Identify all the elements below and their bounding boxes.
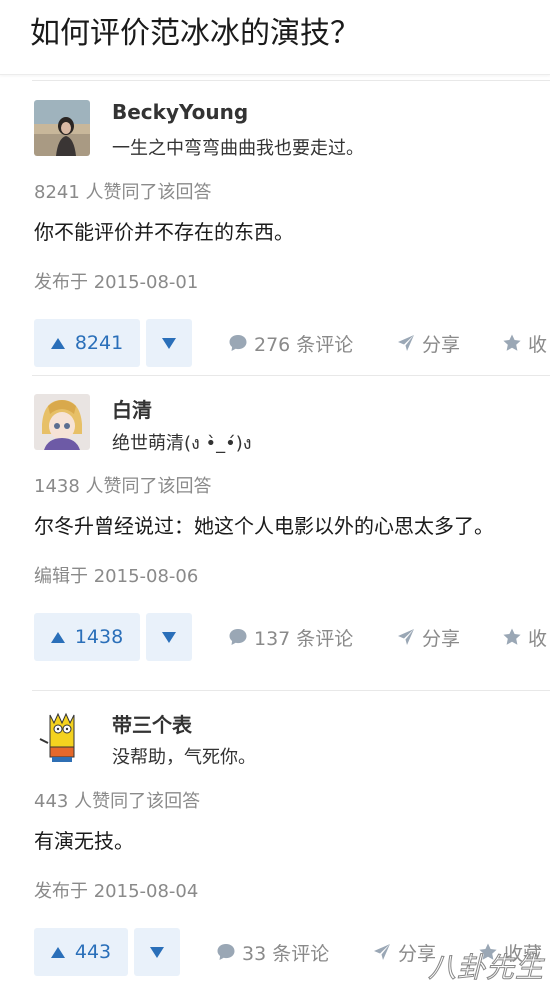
star-icon [503,334,521,351]
comment-count: 33 条评论 [242,942,330,965]
downvote-icon [150,946,164,958]
upvote-icon [50,337,65,349]
author-bio: 一生之中弯弯曲曲我也要走过。 [112,138,364,159]
collect-label: 收 [528,627,548,650]
upvote-button[interactable]: 8241 [34,319,140,367]
comment-icon [217,944,235,960]
author-name[interactable]: 带三个表 [112,709,192,738]
answer-date[interactable]: 编辑于 2015-08-06 [34,562,198,588]
upvote-button[interactable]: 443 [34,928,128,976]
avatar[interactable] [34,100,90,156]
action-bar: 1438 137 条评论 分享 收 [0,613,550,661]
divider [32,375,550,376]
upvote-count: 8241 [74,332,124,354]
upvote-icon [50,631,65,643]
avatar[interactable] [34,709,90,765]
collect-label: 收 [528,333,548,356]
share-button[interactable]: 分享 [372,928,436,976]
divider [32,690,550,691]
author-name[interactable]: BeckyYoung [112,100,248,124]
author-bio: 绝世萌清(ง •̀_•́)ง [112,433,252,454]
upvote-icon [50,946,65,958]
collect-button[interactable]: 收 [502,613,547,661]
question-title: 如何评价范冰冰的演技？ [30,16,360,51]
share-label: 分享 [422,627,461,650]
downvote-icon [162,337,176,349]
comment-button[interactable]: 33 条评论 [216,928,329,976]
upvote-count: 443 [74,941,112,963]
answer-date[interactable]: 发布于 2015-08-01 [34,268,198,294]
upvote-count: 1438 [74,626,124,648]
answer-content: 尔冬升曾经说过：她这个人电影以外的心思太多了。 [34,514,494,538]
upvote-button[interactable]: 1438 [34,613,140,661]
vote-count-text: 1438 人赞同了该回答 [34,476,212,497]
author-bio: 没帮助，气死你。 [112,747,256,768]
downvote-button[interactable] [146,613,192,661]
downvote-icon [162,631,176,643]
share-button[interactable]: 分享 [396,319,460,367]
comment-count: 276 条评论 [254,333,354,356]
divider [32,80,550,81]
share-label: 分享 [422,333,461,356]
comment-icon [229,335,247,351]
star-icon [503,628,521,645]
watermark: 八卦先生 [427,951,544,985]
vote-count-text: 8241 人赞同了该回答 [34,182,212,203]
vote-count-text: 443 人赞同了该回答 [34,791,201,812]
share-icon [398,629,414,645]
answer-content: 你不能评价并不存在的东西。 [34,220,294,244]
downvote-button[interactable] [146,319,192,367]
collect-button[interactable]: 收 [502,319,547,367]
avatar[interactable] [34,394,90,450]
share-icon [398,335,414,351]
comment-icon [229,629,247,645]
answer-content: 有演无技。 [34,829,134,853]
downvote-button[interactable] [134,928,180,976]
question-header: 如何评价范冰冰的演技？ [0,0,550,75]
comment-button[interactable]: 137 条评论 [228,613,353,661]
share-icon [374,944,390,960]
comment-button[interactable]: 276 条评论 [228,319,353,367]
share-button[interactable]: 分享 [396,613,460,661]
comment-count: 137 条评论 [254,627,354,650]
answer-date[interactable]: 发布于 2015-08-04 [34,877,198,903]
author-name[interactable]: 白清 [112,394,152,423]
action-bar: 8241 276 条评论 分享 收 [0,319,550,367]
